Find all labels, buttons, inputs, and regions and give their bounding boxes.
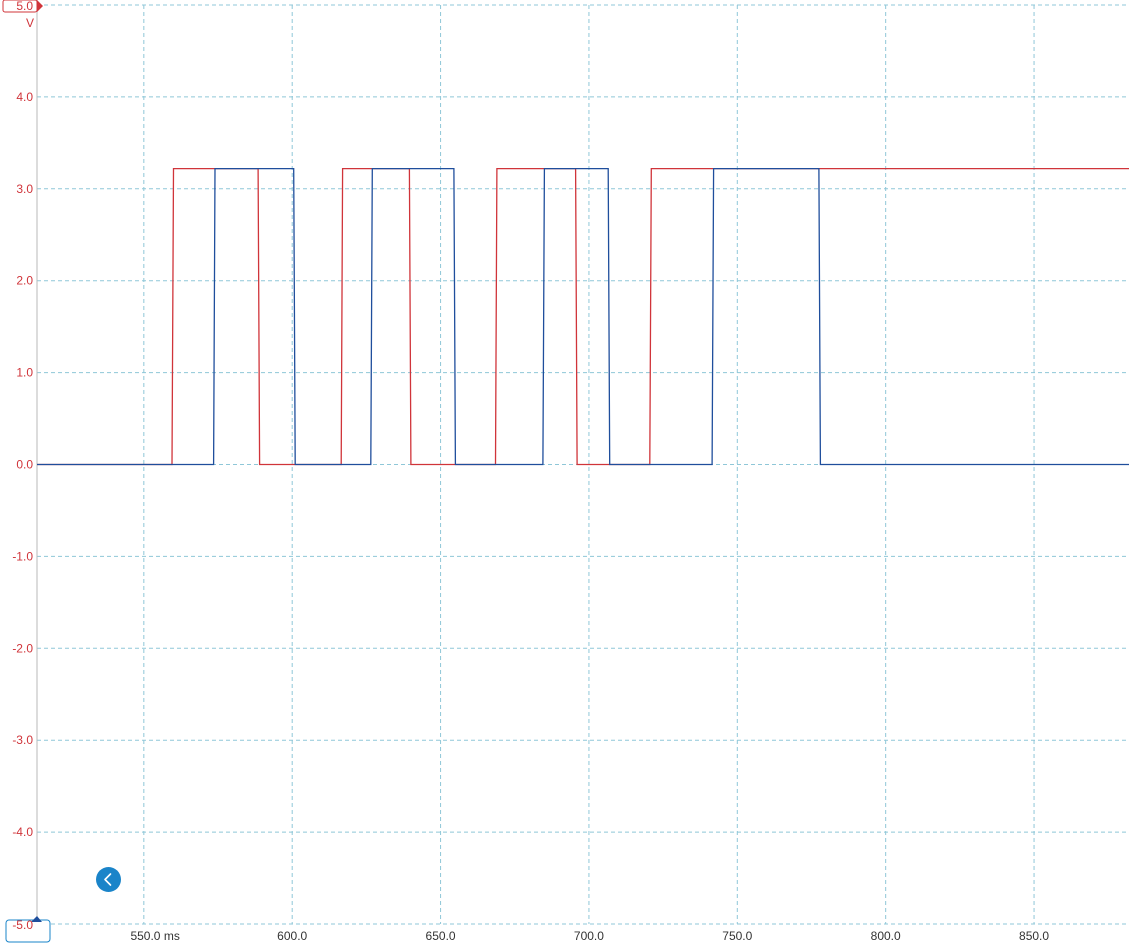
y-unit-label: V [26,16,34,30]
y-tick-label-8: -4.0 [12,825,33,839]
y-tick-label-5: -1.0 [12,549,33,563]
chevron-left-icon [104,873,112,886]
series-trace-1 [37,167,1129,466]
x-tick-label-4: 750.0 [722,929,752,943]
y-tick-labels: 4.0 3.0 2.0 1.0 0.0 -1.0 -2.0 -3.0 -4.0 [12,90,33,839]
x-tick-label-6: 850.0 [1019,929,1049,943]
series-trace-0 [37,167,1129,466]
x-tick-label-2: 650.0 [426,929,456,943]
x-tick-label-5: 800.0 [871,929,901,943]
x-tick-label-3: 700.0 [574,929,604,943]
y-tick-label-7: -3.0 [12,733,33,747]
y-tick-label-2: 2.0 [16,274,33,288]
series-layer [37,167,1129,466]
x-tick-label-0: 550.0 ms [130,929,179,943]
x-tick-label-1: 600.0 [277,929,307,943]
y-tick-label-1: 3.0 [16,182,33,196]
y-tick-label-3: 1.0 [16,366,33,380]
oscilloscope-chart: 4.0 3.0 2.0 1.0 0.0 -1.0 -2.0 -3.0 -4.0 550.0 ms… [2,0,1129,943]
y-top-label: 5.0 [16,0,33,13]
scale-badge-top[interactable]: 5.0 [2,0,43,13]
x-tick-labels: 550.0 ms 600.0 650.0 700.0 750.0 800.0 850.0 [130,929,1049,943]
collapse-panel-button[interactable] [96,867,121,892]
y-tick-label-0: 4.0 [16,90,33,104]
y-bottom-label: -5.0 [12,918,33,932]
y-tick-label-6: -2.0 [12,641,33,655]
y-tick-label-4: 0.0 [16,458,33,472]
scale-badge-bottom[interactable]: -5.0 [5,916,51,943]
